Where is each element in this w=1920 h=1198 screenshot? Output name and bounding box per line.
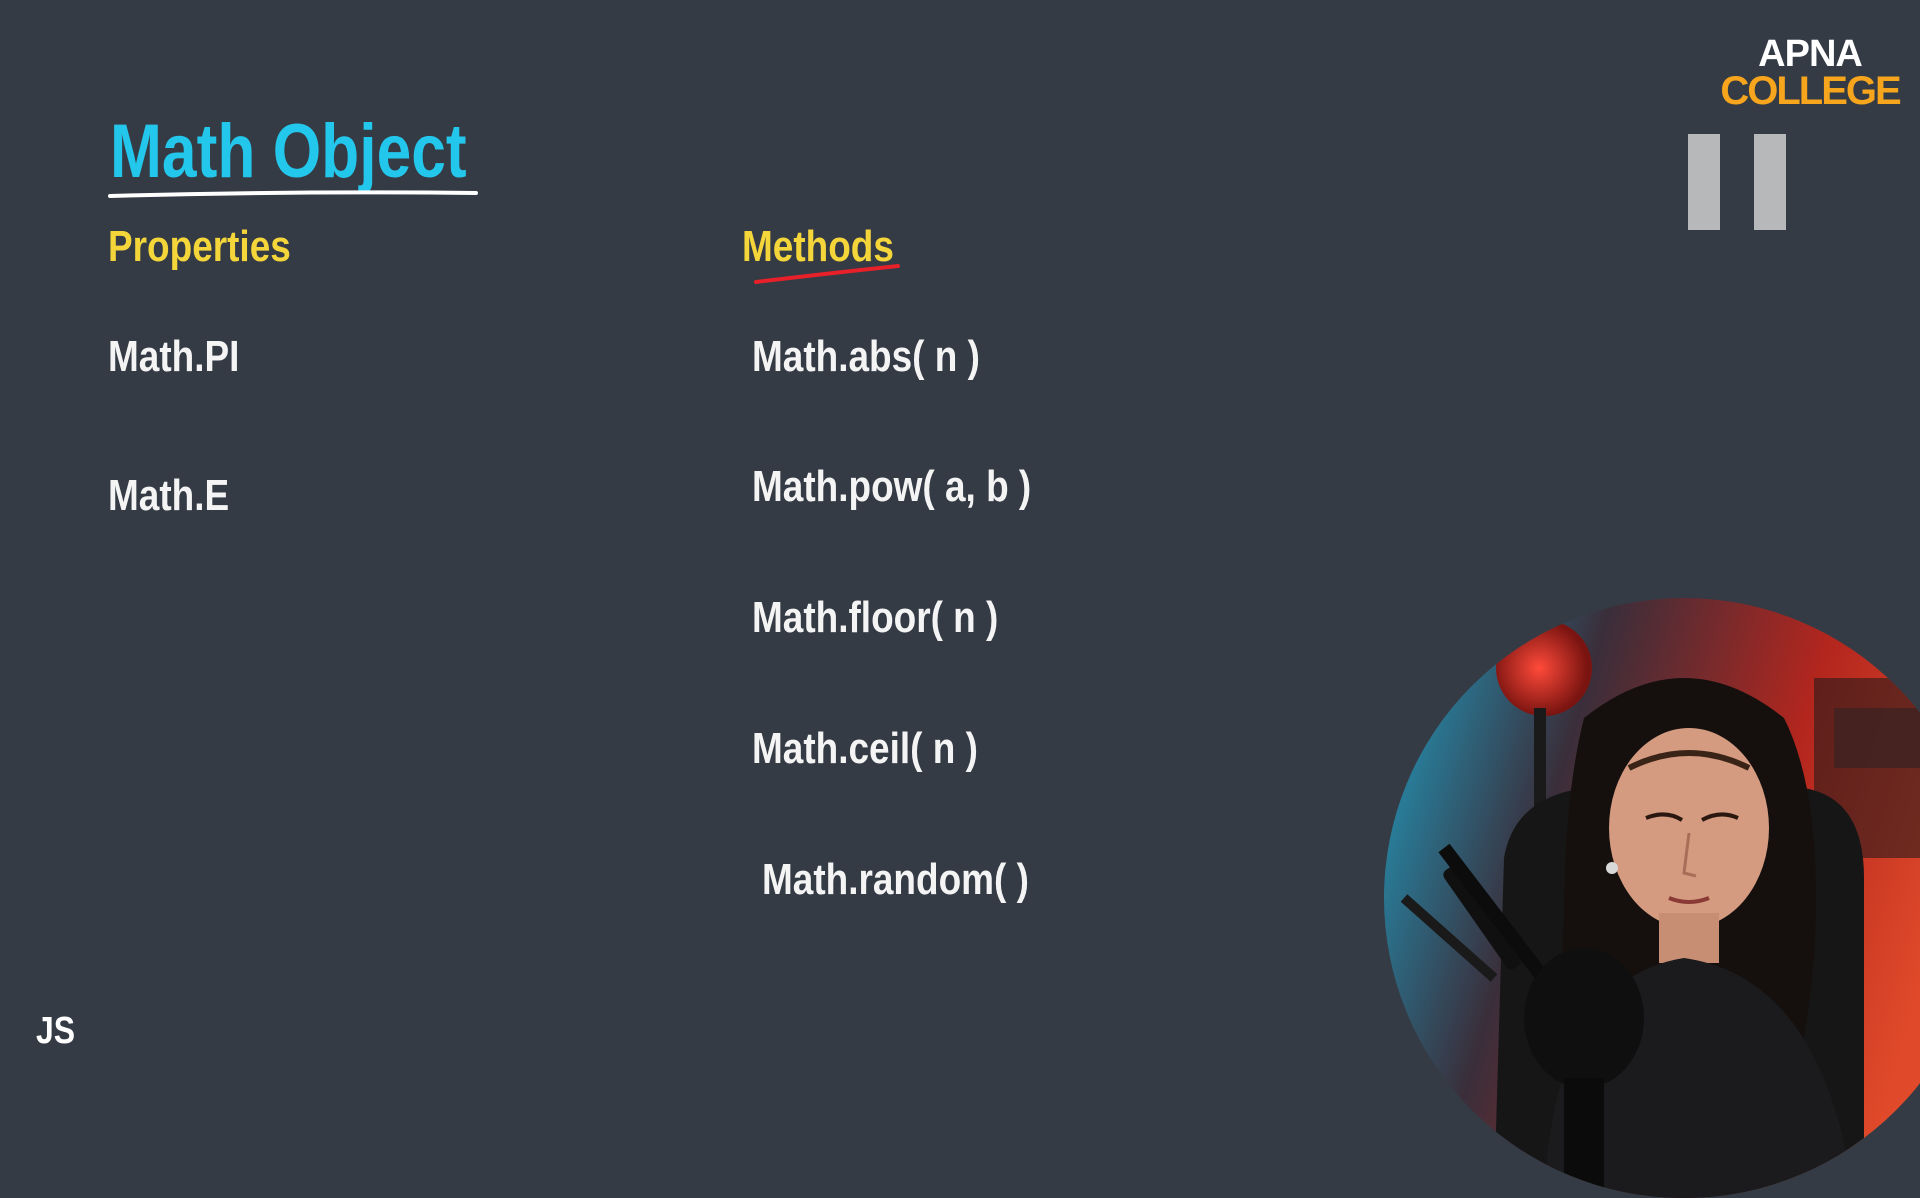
logo-line-1: APNA	[1758, 33, 1863, 75]
js-corner-label: JS	[36, 1010, 76, 1052]
presenter-image	[1384, 598, 1920, 1198]
logo-line-2: COLLEGE	[1720, 69, 1901, 114]
property-item-e: Math.E	[108, 471, 230, 520]
method-item-random: Math.random( )	[762, 855, 1029, 904]
methods-underline	[754, 264, 900, 284]
pause-bar-left	[1688, 134, 1720, 230]
method-item-abs: Math.abs( n )	[752, 332, 980, 381]
slide-title: Math Object	[110, 109, 467, 194]
presenter-webcam	[1384, 598, 1920, 1198]
properties-heading: Properties	[108, 222, 291, 271]
method-item-pow: Math.pow( a, b )	[752, 462, 1032, 511]
method-item-ceil: Math.ceil( n )	[752, 724, 978, 773]
method-item-floor: Math.floor( n )	[752, 593, 999, 642]
pause-icon[interactable]	[1688, 134, 1786, 230]
pause-bar-right	[1754, 134, 1786, 230]
apna-college-logo: APNA COLLEGE	[1720, 33, 1901, 114]
property-item-pi: Math.PI	[108, 332, 240, 381]
title-underline	[108, 190, 478, 198]
